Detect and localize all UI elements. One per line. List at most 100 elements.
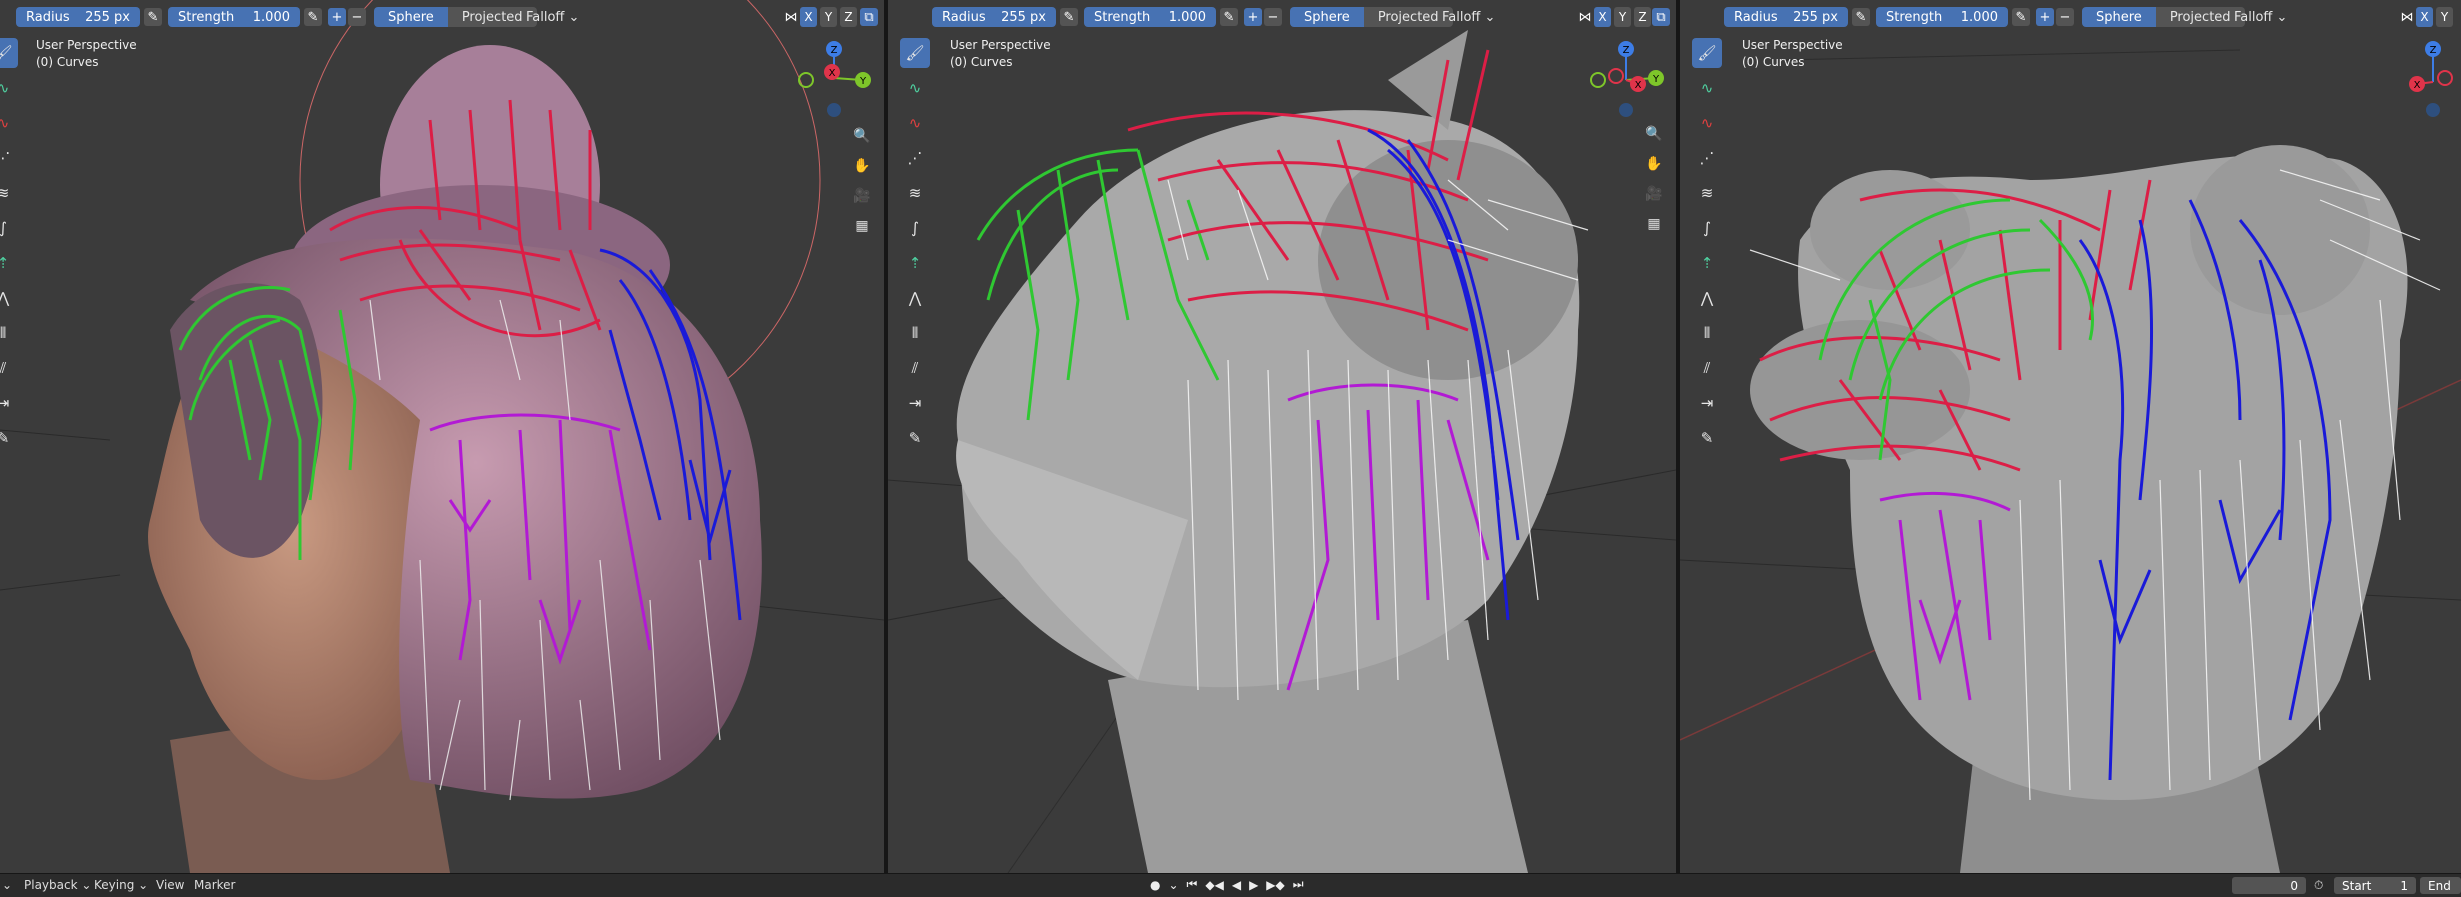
add-mode-button[interactable]: +	[328, 8, 346, 26]
radius-pressure-icon[interactable]: ✎	[1852, 8, 1870, 26]
add-curves-tool[interactable]: ∿	[0, 73, 18, 103]
falloff-dropdown[interactable]: Falloff ⌄	[2226, 7, 2295, 27]
viewport-2[interactable]: Radius 255 px ✎ Strength 1.000 ✎ + − Sph…	[888, 0, 1676, 873]
grow-shrink-tool[interactable]: ⇡	[1692, 248, 1722, 278]
camera-icon[interactable]: 🎥	[850, 184, 874, 208]
draw-brush-tool[interactable]: 🖌	[900, 38, 930, 68]
falloff-shape-toggle[interactable]: Sphere Projected	[2082, 7, 2245, 27]
radius-field[interactable]: Radius 255 px	[16, 7, 140, 27]
add-curves-tool[interactable]: ∿	[1692, 73, 1722, 103]
viewport-3[interactable]: Radius 255 px ✎ Strength 1.000 ✎ + − Sph…	[1680, 0, 2461, 873]
viewport-1[interactable]: Radius 255 px ✎ Strength 1.000 ✎ + − Sph…	[0, 0, 884, 873]
strength-field[interactable]: Strength 1.000	[1876, 7, 2008, 27]
density-tool[interactable]: ⋰	[900, 143, 930, 173]
play-reverse-icon[interactable]: ◀	[1232, 877, 1241, 892]
camera-icon[interactable]: 🎥	[1642, 182, 1666, 206]
chevron-down-icon[interactable]: ⌄	[1168, 877, 1178, 892]
radius-pressure-icon[interactable]: ✎	[144, 8, 162, 26]
selection-paint-tool[interactable]: ✎	[1692, 423, 1722, 453]
delete-curves-tool[interactable]: ∿	[900, 108, 930, 138]
start-frame-field[interactable]: Start 1	[2334, 877, 2416, 894]
slide-tool[interactable]: ⇥	[0, 388, 18, 418]
mirror-icon[interactable]: ⋈	[1576, 8, 1594, 26]
current-frame-field[interactable]: 0	[2232, 877, 2306, 894]
jump-end-icon[interactable]: ⏭	[1293, 877, 1304, 892]
jump-start-icon[interactable]: ⏮	[1187, 877, 1198, 892]
radius-field[interactable]: Radius 255 px	[932, 7, 1056, 27]
falloff-shape-toggle[interactable]: Sphere Projected	[374, 7, 537, 27]
playback-menu[interactable]: Playback ⌄	[24, 878, 91, 892]
mirror-y-toggle[interactable]: Y	[820, 7, 837, 27]
draw-brush-tool[interactable]: 🖌	[1692, 38, 1722, 68]
falloff-dropdown[interactable]: Falloff ⌄	[1434, 7, 1503, 27]
pinch-tool[interactable]: ⋀	[0, 283, 18, 313]
falloff-dropdown[interactable]: Falloff ⌄	[518, 7, 587, 27]
grow-shrink-tool[interactable]: ⇡	[0, 248, 18, 278]
pan-hand-icon[interactable]: ✋	[850, 154, 874, 178]
puff-tool[interactable]: ⦀	[0, 318, 18, 348]
stopwatch-icon[interactable]: ⏱	[2314, 878, 2323, 893]
strength-pressure-icon[interactable]: ✎	[2012, 8, 2030, 26]
density-tool[interactable]: ⋰	[0, 143, 18, 173]
sphere-option[interactable]: Sphere	[2082, 7, 2156, 27]
delete-curves-tool[interactable]: ∿	[1692, 108, 1722, 138]
mirror-z-toggle[interactable]: Z	[840, 7, 857, 27]
mirror-y-toggle[interactable]: Y	[2436, 7, 2453, 27]
pan-hand-icon[interactable]: ✋	[1642, 152, 1666, 176]
smooth-tool[interactable]: ⫽	[900, 353, 930, 383]
comb-tool[interactable]: ≋	[900, 178, 930, 208]
prev-keyframe-icon[interactable]: ◆◀	[1205, 877, 1223, 892]
comb-tool[interactable]: ≋	[0, 178, 18, 208]
grid-perspective-icon[interactable]: ▦	[850, 214, 874, 238]
slide-tool[interactable]: ⇥	[1692, 388, 1722, 418]
smooth-tool[interactable]: ⫽	[1692, 353, 1722, 383]
sphere-option[interactable]: Sphere	[374, 7, 448, 27]
subtract-mode-button[interactable]: −	[2056, 8, 2074, 26]
navigation-gizmo[interactable]: Z Y X	[794, 40, 874, 120]
view-menu[interactable]: View	[156, 878, 184, 892]
draw-brush-tool[interactable]: 🖌	[0, 38, 18, 68]
radius-pressure-icon[interactable]: ✎	[1060, 8, 1078, 26]
strength-pressure-icon[interactable]: ✎	[1220, 8, 1238, 26]
mirror-icon[interactable]: ⋈	[2398, 8, 2416, 26]
comb-tool[interactable]: ≋	[1692, 178, 1722, 208]
density-tool[interactable]: ⋰	[1692, 143, 1722, 173]
symmetry-icon[interactable]: ⧉	[860, 8, 878, 26]
puff-tool[interactable]: ⦀	[1692, 318, 1722, 348]
falloff-shape-toggle[interactable]: Sphere Projected	[1290, 7, 1453, 27]
grid-perspective-icon[interactable]: ▦	[1642, 212, 1666, 236]
zoom-icon[interactable]: 🔍	[1642, 122, 1666, 146]
puff-tool[interactable]: ⦀	[900, 318, 930, 348]
mirror-z-toggle[interactable]: Z	[1634, 7, 1651, 27]
symmetry-icon[interactable]: ⧉	[1652, 8, 1670, 26]
zoom-icon[interactable]: 🔍	[850, 124, 874, 148]
subtract-mode-button[interactable]: −	[348, 8, 366, 26]
smooth-tool[interactable]: ⫽	[0, 353, 18, 383]
mirror-y-toggle[interactable]: Y	[1614, 7, 1631, 27]
selection-paint-tool[interactable]: ✎	[0, 423, 18, 453]
snake-hook-tool[interactable]: ∫	[900, 213, 930, 243]
navigation-gizmo[interactable]: Z X	[2403, 38, 2461, 118]
mirror-x-toggle[interactable]: X	[2416, 7, 2433, 27]
strength-field[interactable]: Strength 1.000	[168, 7, 300, 27]
snake-hook-tool[interactable]: ∫	[1692, 213, 1722, 243]
add-mode-button[interactable]: +	[2036, 8, 2054, 26]
next-keyframe-icon[interactable]: ▶◆	[1266, 877, 1284, 892]
end-frame-field[interactable]: End	[2420, 877, 2461, 894]
subtract-mode-button[interactable]: −	[1264, 8, 1282, 26]
selection-paint-tool[interactable]: ✎	[900, 423, 930, 453]
snake-hook-tool[interactable]: ∫	[0, 213, 18, 243]
strength-pressure-icon[interactable]: ✎	[304, 8, 322, 26]
navigation-gizmo[interactable]: Z Y X	[1586, 38, 1666, 118]
radius-field[interactable]: Radius 255 px	[1724, 7, 1848, 27]
record-icon[interactable]: ●	[1150, 877, 1160, 892]
slide-tool[interactable]: ⇥	[900, 388, 930, 418]
mirror-x-toggle[interactable]: X	[1594, 7, 1611, 27]
mirror-x-toggle[interactable]: X	[800, 7, 817, 27]
grow-shrink-tool[interactable]: ⇡	[900, 248, 930, 278]
marker-menu[interactable]: Marker	[194, 878, 235, 892]
play-icon[interactable]: ▶	[1249, 877, 1258, 892]
pinch-tool[interactable]: ⋀	[1692, 283, 1722, 313]
editor-type-chevron[interactable]: ⌄	[2, 878, 12, 892]
sphere-option[interactable]: Sphere	[1290, 7, 1364, 27]
